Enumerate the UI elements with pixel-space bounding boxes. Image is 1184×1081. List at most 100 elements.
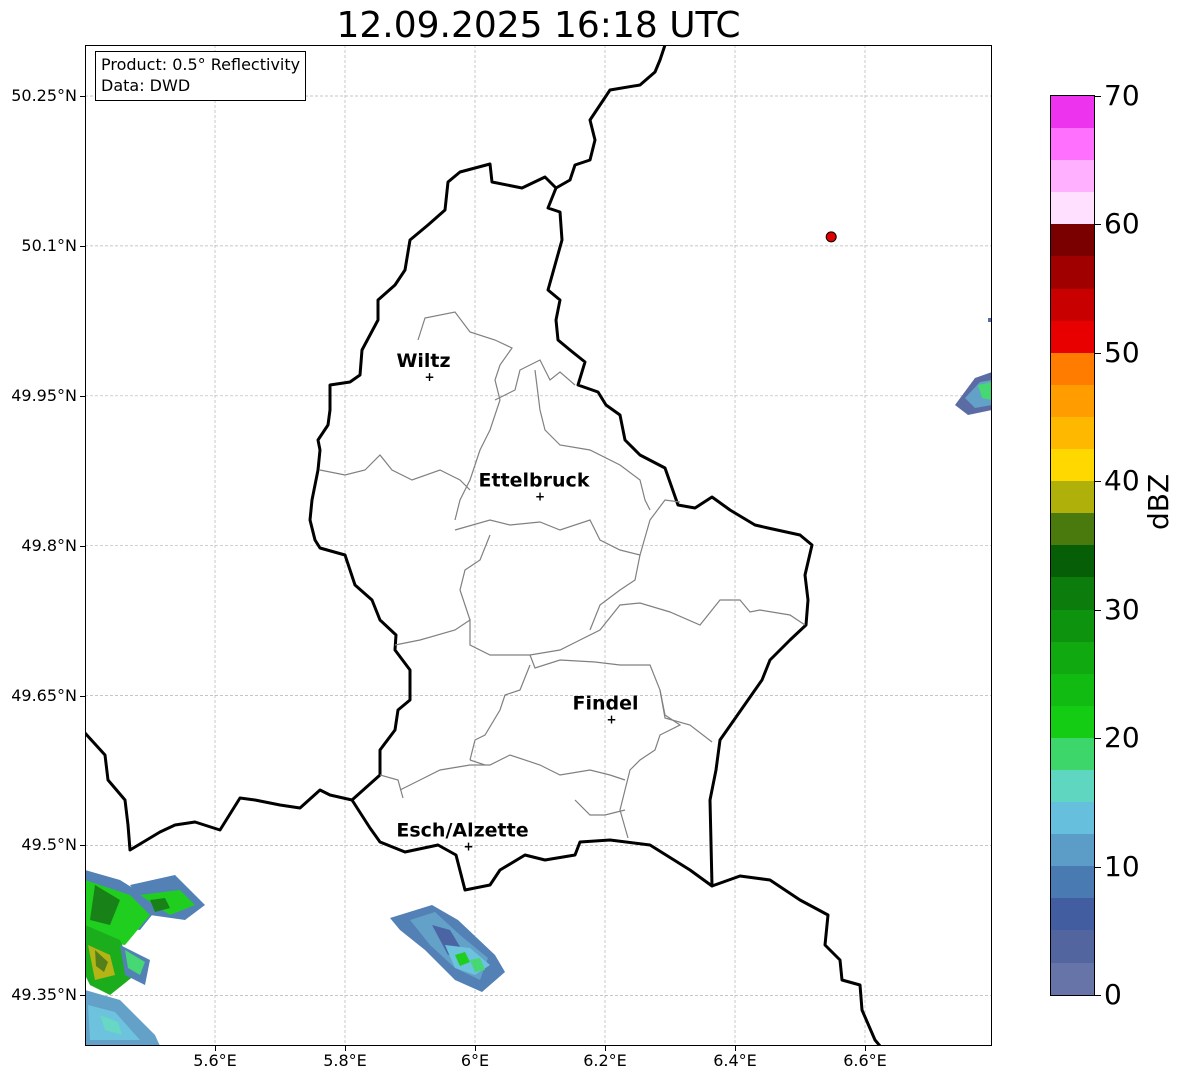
y-tick-label: 49.5°N xyxy=(21,835,77,855)
colorbar-tick-label: 30 xyxy=(1104,592,1140,626)
colorbar-segment xyxy=(1051,737,1094,770)
gridlines xyxy=(85,45,992,1046)
luxembourg-border xyxy=(308,162,814,892)
city-label: Esch/Alzette xyxy=(396,819,528,841)
colorbar-segment xyxy=(1051,96,1094,129)
city-marker: + xyxy=(606,713,616,727)
colorbar-segment xyxy=(1051,449,1094,482)
radar-site-marker xyxy=(825,231,837,243)
y-tick-label: 50.25°N xyxy=(11,86,77,105)
colorbar-segment xyxy=(1051,705,1094,738)
colorbar-tick-label: 10 xyxy=(1104,849,1140,883)
city-label: Findel xyxy=(572,693,638,715)
colorbar-segment xyxy=(1051,962,1094,995)
x-tick-mark xyxy=(735,1046,736,1051)
colorbar-segment xyxy=(1051,352,1094,385)
x-tick-mark xyxy=(345,1046,346,1051)
y-tick-label: 50.1°N xyxy=(21,235,77,255)
x-tick-mark xyxy=(605,1046,606,1051)
x-tick-mark xyxy=(215,1046,216,1051)
x-tick-mark xyxy=(475,1046,476,1051)
y-tick-mark xyxy=(80,845,85,847)
colorbar-tick-label: 60 xyxy=(1104,207,1140,241)
colorbar-segment xyxy=(1051,802,1094,835)
colorbar-segment xyxy=(1051,128,1094,161)
colorbar-tick-label: 20 xyxy=(1104,721,1140,755)
colorbar-tick-mark xyxy=(1095,995,1101,996)
colorbar-tick-mark xyxy=(1095,481,1101,483)
city-marker: + xyxy=(424,370,434,384)
france-belgium-border xyxy=(85,731,353,852)
colorbar-segment xyxy=(1051,898,1094,931)
colorbar-segment xyxy=(1051,609,1094,642)
colorbar-segment xyxy=(1051,577,1094,610)
colorbar-segment xyxy=(1051,545,1094,578)
echo-cluster-southwest xyxy=(85,870,205,1046)
city-marker: + xyxy=(463,839,473,853)
germany-border-south xyxy=(711,874,882,1046)
colorbar-tick-mark xyxy=(1095,352,1101,354)
data-source-label: Data: DWD xyxy=(101,76,191,95)
radar-site-dot xyxy=(825,231,837,243)
y-tick-label: 49.35°N xyxy=(11,985,77,1005)
city-marker: + xyxy=(535,490,545,504)
colorbar-tick-label: 40 xyxy=(1104,464,1140,498)
colorbar-segment xyxy=(1051,192,1094,225)
echo-cluster-south xyxy=(390,905,505,992)
colorbar-segment xyxy=(1051,673,1094,706)
colorbar-segment xyxy=(1051,384,1094,417)
echo-cluster-east xyxy=(955,318,992,415)
colorbar-segment xyxy=(1051,288,1094,321)
city-label: Ettelbruck xyxy=(479,470,590,492)
colorbar-segment xyxy=(1051,224,1094,257)
city-findel[interactable]: +Findel xyxy=(572,693,638,727)
colorbar-segment xyxy=(1051,769,1094,803)
x-tick-label: 6.6°E xyxy=(843,1051,887,1070)
colorbar-segment xyxy=(1051,320,1094,353)
map-area[interactable]: + Wiltz + Ettelbruck + Findel + Esch/Alzette xyxy=(85,45,992,1046)
colorbar-segment xyxy=(1051,160,1094,193)
product-info-box: Product: 0.5° Reflectivity Data: DWD xyxy=(95,51,307,101)
city-wiltz[interactable]: +Wiltz xyxy=(396,350,450,384)
map-title: 12.09.2025 16:18 UTC xyxy=(336,5,741,46)
y-tick-mark xyxy=(80,695,85,697)
x-tick-label: 6.4°E xyxy=(713,1051,757,1070)
x-tick-label: 6°E xyxy=(460,1051,490,1070)
x-tick-label: 6.2°E xyxy=(583,1051,627,1070)
colorbar-segment xyxy=(1051,481,1094,514)
y-tick-mark xyxy=(80,395,85,397)
colorbar-tick-mark xyxy=(1095,866,1101,868)
colorbar xyxy=(1050,95,1095,996)
y-tick-label: 49.65°N xyxy=(11,685,77,705)
colorbar-segment xyxy=(1051,930,1094,963)
x-tick-label: 5.8°E xyxy=(323,1051,367,1070)
colorbar-segment xyxy=(1051,641,1094,674)
product-label: Product: 0.5° Reflectivity xyxy=(101,55,301,74)
colorbar-segment xyxy=(1051,416,1094,450)
colorbar-segment xyxy=(1051,256,1094,289)
colorbar-tick-label: 0 xyxy=(1104,978,1122,1011)
y-tick-mark xyxy=(80,245,85,247)
colorbar-tick-mark xyxy=(1095,96,1101,97)
city-label: Wiltz xyxy=(396,350,450,372)
colorbar-tick-mark xyxy=(1095,738,1101,740)
y-tick-mark xyxy=(80,995,85,997)
x-tick-label: 5.6°E xyxy=(193,1051,237,1070)
colorbar-tick-label: 50 xyxy=(1104,335,1140,369)
y-tick-label: 49.8°N xyxy=(21,535,77,555)
colorbar-segment xyxy=(1051,866,1094,899)
radar-echoes xyxy=(85,318,992,1046)
city-ettelbruck[interactable]: +Ettelbruck xyxy=(479,470,590,504)
y-tick-mark xyxy=(80,96,85,97)
colorbar-tick-label: 70 xyxy=(1104,79,1140,112)
colorbar-segment xyxy=(1051,513,1094,546)
colorbar-tick-mark xyxy=(1095,224,1101,226)
colorbar-tick-mark xyxy=(1095,609,1101,611)
x-tick-mark xyxy=(865,1046,866,1051)
canton-borders xyxy=(319,311,806,839)
colorbar-segment xyxy=(1051,834,1094,867)
y-tick-mark xyxy=(80,545,85,547)
city-markers: +Wiltz+Ettelbruck+Findel+Esch/Alzette xyxy=(396,350,638,854)
y-tick-label: 49.95°N xyxy=(11,385,77,405)
germany-border-north xyxy=(555,45,667,190)
